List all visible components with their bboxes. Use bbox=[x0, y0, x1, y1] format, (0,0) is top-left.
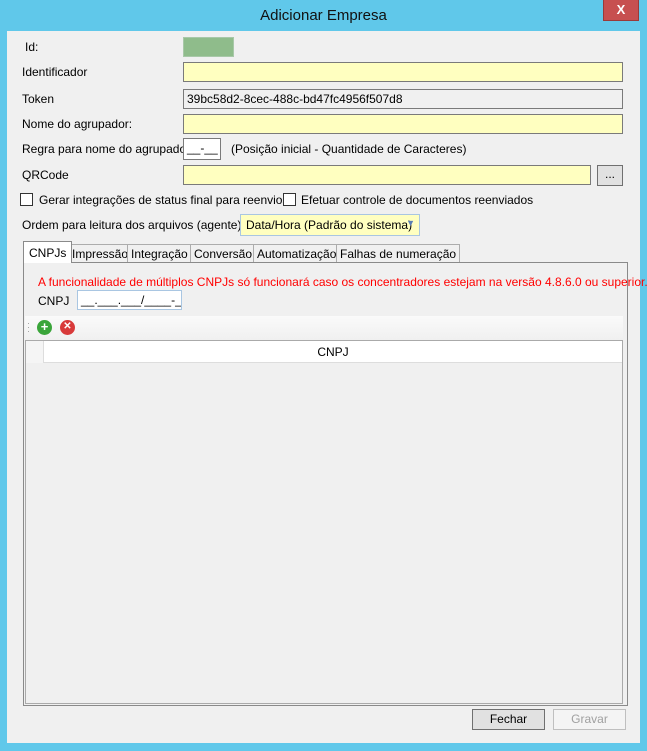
token-field[interactable]: 39bc58d2-8cec-488c-bd47fc4956f507d8 bbox=[183, 89, 623, 109]
id-field bbox=[183, 37, 234, 57]
toolbar-grip-icon: · · · bbox=[27, 318, 30, 336]
nome-agrupador-input[interactable] bbox=[183, 114, 623, 134]
grid-row-header-corner bbox=[26, 341, 44, 363]
remove-icon[interactable]: ✕ bbox=[60, 320, 75, 335]
id-label: Id: bbox=[25, 40, 39, 54]
qrcode-input[interactable] bbox=[183, 165, 591, 185]
grid-toolbar: · · · + ✕ bbox=[25, 316, 623, 340]
regra-input[interactable]: __-__ bbox=[183, 138, 221, 160]
regra-hint: (Posição inicial - Quantidade de Caracte… bbox=[231, 142, 467, 156]
cnpj-grid: CNPJ bbox=[25, 340, 623, 704]
tab-falhas-numeracao[interactable]: Falhas de numeração bbox=[336, 244, 461, 263]
gerar-integracoes-label: Gerar integrações de status final para r… bbox=[39, 193, 289, 207]
controle-documentos-checkbox[interactable] bbox=[283, 193, 296, 206]
close-button[interactable]: X bbox=[603, 0, 639, 21]
gerar-integracoes-checkbox[interactable] bbox=[20, 193, 33, 206]
regra-label: Regra para nome do agrupador: bbox=[22, 142, 194, 156]
chevron-down-icon: ▼ bbox=[406, 218, 415, 228]
fechar-button[interactable]: Fechar bbox=[472, 709, 545, 730]
ordem-select[interactable]: Data/Hora (Padrão do sistema) ▼ bbox=[240, 214, 420, 236]
ordem-label: Ordem para leitura dos arquivos (agente)… bbox=[22, 218, 245, 232]
controle-documentos-label: Efetuar controle de documentos reenviado… bbox=[301, 193, 534, 207]
tab-cnpjs[interactable]: CNPJs bbox=[23, 241, 73, 263]
cnpj-warning: A funcionalidade de múltiplos CNPJs só f… bbox=[38, 275, 647, 289]
add-icon[interactable]: + bbox=[37, 320, 52, 335]
tab-impressao[interactable]: Impressão bbox=[68, 244, 133, 263]
cnpj-input[interactable]: __.___.___/____-__ bbox=[77, 290, 182, 310]
token-label: Token bbox=[22, 92, 55, 106]
cnpj-label: CNPJ bbox=[38, 294, 70, 308]
browse-button[interactable]: ... bbox=[597, 165, 623, 186]
window-title: Adicionar Empresa bbox=[260, 7, 387, 24]
nome-agrupador-label: Nome do agrupador: bbox=[22, 117, 133, 131]
tab-conversao[interactable]: Conversão bbox=[190, 244, 257, 263]
grid-column-header-cnpj[interactable]: CNPJ bbox=[44, 341, 622, 363]
tab-automatizacao[interactable]: Automatização bbox=[253, 244, 341, 263]
gravar-button[interactable]: Gravar bbox=[553, 709, 626, 730]
tab-integracao[interactable]: Integração bbox=[127, 244, 192, 263]
identificador-input[interactable] bbox=[183, 62, 623, 82]
qrcode-label: QRCode bbox=[22, 168, 69, 182]
identificador-label: Identificador bbox=[22, 65, 88, 79]
ordem-value: Data/Hora (Padrão do sistema) bbox=[246, 218, 413, 232]
